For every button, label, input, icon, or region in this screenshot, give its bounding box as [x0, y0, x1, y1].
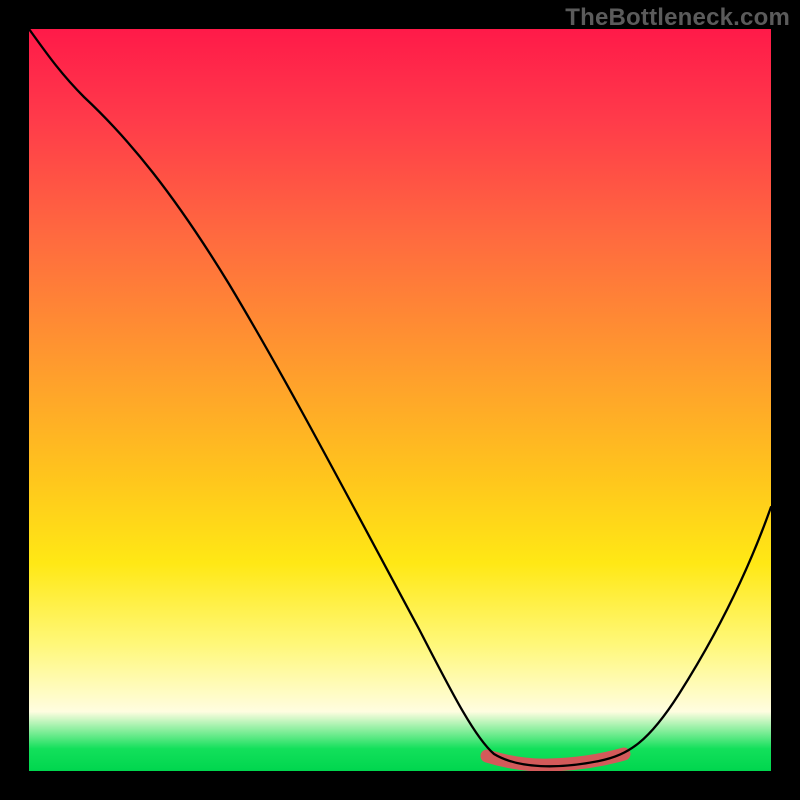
plot-area	[29, 29, 771, 771]
curve-svg	[29, 29, 771, 771]
chart-frame: TheBottleneck.com	[0, 0, 800, 800]
bottleneck-curve	[29, 29, 771, 766]
watermark-text: TheBottleneck.com	[565, 4, 790, 32]
